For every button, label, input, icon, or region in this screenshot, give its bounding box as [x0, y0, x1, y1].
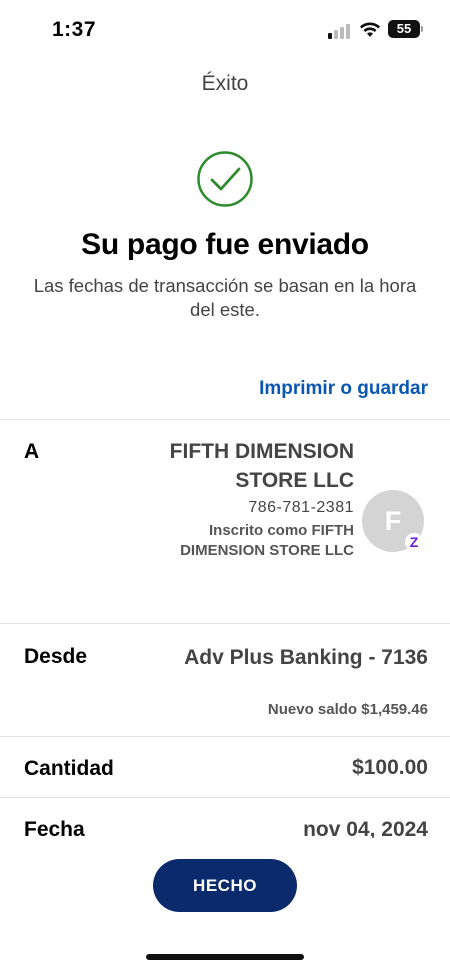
new-balance: Nuevo saldo $1,459.46: [267, 701, 428, 718]
success-check-icon: [197, 151, 253, 207]
done-button[interactable]: HECHO: [153, 859, 297, 912]
wifi-icon: [360, 22, 380, 37]
recipient-enrolled-as: Inscrito como FIFTH DIMENSION STORE LLC: [180, 522, 354, 559]
print-or-save-link[interactable]: Imprimir o guardar: [259, 378, 428, 400]
to-label: A: [24, 440, 40, 463]
amount-value: $100.00: [352, 756, 428, 779]
status-bar: 1:37 55: [0, 0, 450, 56]
divider: [0, 623, 450, 624]
battery-icon: 55: [388, 20, 423, 38]
home-indicator[interactable]: [146, 954, 304, 960]
recipient-details: FIFTH DIMENSION STORE LLC 786-781-2381 I…: [154, 437, 354, 561]
status-time: 1:37: [52, 18, 97, 41]
zelle-icon: Z: [405, 533, 423, 551]
from-label: Desde: [24, 645, 88, 668]
cellular-signal-icon: [328, 23, 354, 39]
divider: [0, 736, 450, 737]
from-account: Adv Plus Banking - 7136: [184, 646, 428, 669]
divider: [0, 419, 450, 420]
divider: [0, 797, 450, 798]
confirmation-headline: Su pago fue enviado: [81, 228, 369, 261]
confirmation-subtext: Las fechas de transacción se basan en la…: [33, 275, 417, 320]
recipient-name: FIFTH DIMENSION STORE LLC: [169, 440, 354, 492]
recipient-phone: 786-781-2381: [248, 499, 354, 516]
page-title: Éxito: [201, 72, 249, 95]
amount-label: Cantidad: [24, 757, 114, 780]
